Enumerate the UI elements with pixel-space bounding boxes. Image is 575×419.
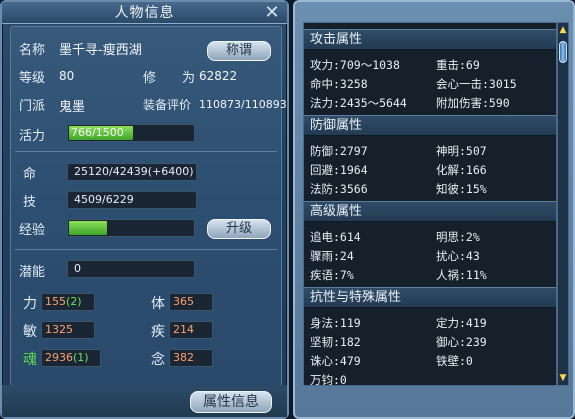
bottom-bar: 属性信息 xyxy=(2,385,287,417)
vitality-bar: 766/1500 xyxy=(67,124,195,142)
attack-section-header: 攻击属性 xyxy=(304,29,556,50)
hp-field: 25120/42439(+6400) xyxy=(67,163,197,181)
stat-mind-guard: 御心:239 xyxy=(436,335,487,349)
speed-label: 疾 xyxy=(151,324,165,340)
cultivation-value: 62822 xyxy=(199,69,238,83)
stat-swift-speech: 疾语:7% xyxy=(310,268,354,282)
agility-field[interactable]: 1325 xyxy=(41,321,95,339)
soul-label: 魂 xyxy=(23,352,37,368)
stat-defense: 防御:2797 xyxy=(310,144,368,158)
stat-calamity: 人祸:11% xyxy=(436,268,487,282)
hp-value: 25120/42439(+6400) xyxy=(74,165,194,178)
attribute-details-window: 攻击属性 攻力:709～1038 重击:69 命中:3258 会心一击:3015… xyxy=(293,0,575,419)
attribute-scrollbar[interactable]: ▲ ▼ xyxy=(557,22,569,386)
strength-label: 力 xyxy=(23,296,37,312)
stat-sudden-rain: 骤雨:24 xyxy=(310,249,354,263)
character-panel: 名称 墨千寻-瘦西湖 称谓 等级 80 修 为 62822 门派 鬼墨 装备评价… xyxy=(10,26,287,386)
stat-chase-lightning: 追电:614 xyxy=(310,230,361,244)
stat-divinity: 神明:507 xyxy=(436,144,487,158)
upgrade-button[interactable]: 升级 xyxy=(207,219,271,239)
attribute-info-button[interactable]: 属性信息 xyxy=(190,391,272,413)
stat-heart-strike: 诛心:479 xyxy=(310,354,361,368)
chevron-down-icon[interactable]: ▼ xyxy=(559,372,567,384)
strength-bonus: (2) xyxy=(66,295,82,308)
constitution-field[interactable]: 365 xyxy=(169,293,213,311)
skill-label: 技 xyxy=(23,195,37,210)
name-value: 墨千寻-瘦西湖 xyxy=(59,43,142,58)
vitality-label: 活力 xyxy=(19,129,46,144)
constitution-label: 体 xyxy=(151,296,165,312)
chevron-up-icon[interactable]: ▲ xyxy=(559,24,567,36)
divider xyxy=(15,151,277,152)
exp-bar-fill xyxy=(69,221,107,235)
stat-toughness: 坚韧:182 xyxy=(310,335,361,349)
stat-extra-damage: 附加伤害:590 xyxy=(436,96,510,110)
agility-label: 敏 xyxy=(23,324,37,340)
advanced-section-header: 高级属性 xyxy=(304,201,556,222)
stat-accuracy: 命中:3258 xyxy=(310,77,368,91)
stat-magic-defense: 法防:3566 xyxy=(310,182,368,196)
mind-value: 382 xyxy=(173,351,194,364)
exp-label: 经验 xyxy=(19,223,46,238)
faction-value: 鬼墨 xyxy=(59,100,86,115)
stat-composure: 定力:419 xyxy=(436,316,487,330)
level-label: 等级 xyxy=(19,71,46,86)
soul-value: 2936 xyxy=(45,351,73,364)
stat-attack: 攻力:709～1038 xyxy=(310,58,400,72)
soul-field[interactable]: 2936(1) xyxy=(41,349,101,367)
level-value: 80 xyxy=(59,69,75,83)
skill-value: 4509/6229 xyxy=(74,193,134,206)
name-label: 名称 xyxy=(19,43,46,58)
vitality-value: 766/1500 xyxy=(71,126,124,139)
skill-field: 4509/6229 xyxy=(67,191,197,209)
stat-dissolve: 化解:166 xyxy=(436,163,487,177)
stat-critical: 会心一击:3015 xyxy=(436,77,517,91)
faction-label: 门派 xyxy=(19,99,46,114)
hp-label: 命 xyxy=(23,167,37,182)
speed-value: 214 xyxy=(173,323,194,336)
potential-label: 潜能 xyxy=(19,265,46,280)
strength-value: 155 xyxy=(45,295,66,308)
divider xyxy=(15,249,277,250)
potential-value: 0 xyxy=(74,262,81,275)
stat-heavy-strike: 重击:69 xyxy=(436,58,480,72)
attribute-details-panel[interactable]: 攻击属性 攻力:709～1038 重击:69 命中:3258 会心一击:3015… xyxy=(303,22,557,386)
window-title: 人物信息 xyxy=(2,2,287,24)
resist-section-header: 抗性与特殊属性 xyxy=(304,287,556,308)
stat-clarity: 明思:2% xyxy=(436,230,480,244)
close-icon[interactable]: ✕ xyxy=(263,4,281,22)
stat-magic-power: 法力:2435～5644 xyxy=(310,96,407,110)
speed-field[interactable]: 214 xyxy=(169,321,213,339)
equip-score-label: 装备评价 xyxy=(143,98,192,112)
stat-iron-wall: 铁壁:0 xyxy=(436,354,473,368)
stat-disturb-mind: 扰心:43 xyxy=(436,249,480,263)
strength-field[interactable]: 155(2) xyxy=(41,293,95,311)
stat-evasion: 回避:1964 xyxy=(310,163,368,177)
stat-ten-thousand: 万钧:0 xyxy=(310,373,347,386)
equip-score-value: 110873/110893 xyxy=(199,98,287,111)
defense-section-header: 防御属性 xyxy=(304,115,556,136)
agility-value: 1325 xyxy=(45,323,73,336)
constitution-value: 365 xyxy=(173,295,194,308)
cultivation-label: 修 为 xyxy=(143,71,196,86)
title-button[interactable]: 称谓 xyxy=(207,41,271,61)
potential-field: 0 xyxy=(67,260,195,278)
character-info-window: 人物信息 ✕ 名称 墨千寻-瘦西湖 称谓 等级 80 修 为 62822 门派 … xyxy=(0,0,289,419)
stat-agility-body: 身法:119 xyxy=(310,316,361,330)
exp-bar xyxy=(67,219,195,237)
scroll-thumb[interactable] xyxy=(559,41,567,63)
mind-field[interactable]: 382 xyxy=(169,349,213,367)
mind-label: 念 xyxy=(151,352,165,368)
stat-insight: 知彼:15% xyxy=(436,182,487,196)
soul-bonus: (1) xyxy=(73,351,89,364)
